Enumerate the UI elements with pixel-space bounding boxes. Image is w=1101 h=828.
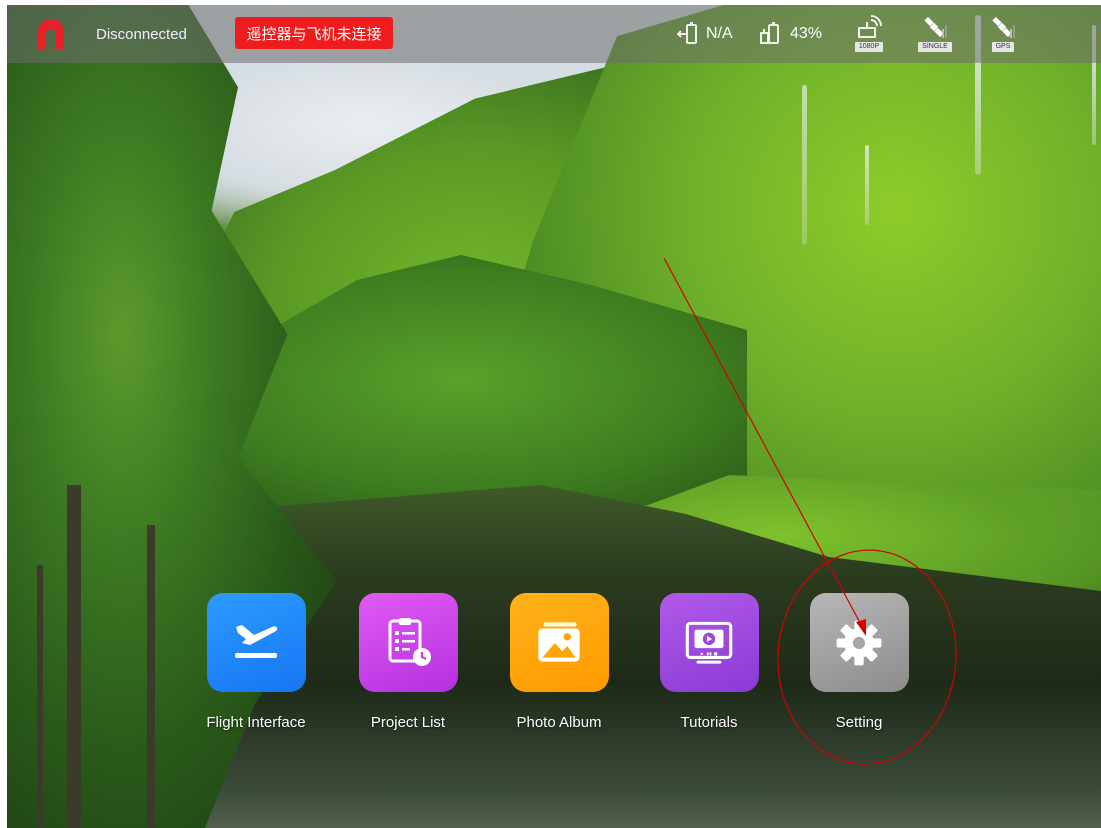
background-trunk	[147, 525, 155, 828]
project-list-label: Project List	[370, 714, 446, 731]
connection-warning-banner: 遥控器与飞机未连接	[235, 17, 393, 49]
flight-interface-label: Flight Interface	[206, 714, 306, 731]
background-trunk	[67, 485, 81, 828]
aircraft-battery-value: N/A	[706, 25, 733, 42]
tutorials-label: Tutorials	[680, 714, 738, 731]
satellite-signal-status: SINGLE	[915, 15, 955, 52]
picture-icon	[538, 621, 580, 662]
video-signal-icon	[858, 15, 882, 38]
controller-battery-icon	[760, 22, 779, 44]
gps-satellite-icon	[992, 16, 1015, 38]
flight-interface-button[interactable]	[206, 593, 306, 692]
plane-icon	[235, 624, 278, 658]
satellite-icon	[924, 16, 947, 38]
tutorials-button[interactable]	[659, 593, 759, 692]
video-signal-status: 1080P	[849, 15, 889, 52]
background-scene: Disconnected 遥控器与飞机未连接 N/A 43% 1080P SIN…	[7, 5, 1101, 828]
app-setting[interactable]: Setting	[784, 593, 934, 731]
app-photo-album[interactable]: Photo Album	[484, 593, 634, 731]
aircraft-battery-status: N/A	[675, 21, 733, 47]
clipboard-icon	[388, 617, 431, 666]
background-waterfall	[802, 85, 807, 245]
photo-album-label: Photo Album	[516, 714, 602, 731]
aircraft-battery-icon	[676, 22, 697, 44]
gps-tag: GPS	[991, 42, 1015, 52]
photo-album-button[interactable]	[509, 593, 609, 692]
controller-battery-value: 43%	[790, 25, 823, 42]
video-player-icon	[685, 621, 733, 664]
signal-mode-tag: SINGLE	[918, 42, 952, 52]
gps-status: GPS	[983, 15, 1023, 52]
app-flight-interface[interactable]: Flight Interface	[181, 593, 331, 731]
connection-status: Disconnected	[96, 26, 187, 43]
app-tutorials[interactable]: Tutorials	[634, 593, 784, 731]
controller-battery-status: 43%	[759, 21, 822, 47]
app-logo-icon	[38, 19, 64, 49]
background-waterfall	[865, 145, 869, 225]
app-project-list[interactable]: Project List	[333, 593, 483, 731]
status-bar: Disconnected 遥控器与飞机未连接 N/A 43% 1080P SIN…	[7, 5, 1101, 63]
project-list-button[interactable]	[358, 593, 458, 692]
setting-button[interactable]	[809, 593, 909, 692]
setting-label: Setting	[835, 714, 883, 731]
gear-icon	[836, 620, 882, 665]
background-trunk	[37, 565, 43, 828]
video-resolution-tag: 1080P	[854, 42, 884, 52]
